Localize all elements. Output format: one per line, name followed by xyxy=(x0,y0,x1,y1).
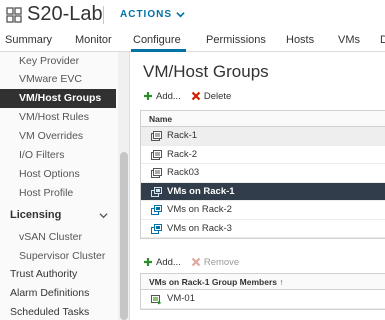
row-name: VMs on Rack-1 xyxy=(167,185,235,197)
column-header-name[interactable]: Name xyxy=(141,111,385,127)
chevron-down-icon xyxy=(176,12,185,18)
groups-table: Name Rack-1 Rack-2 Rack03 VMs on Rack-1 VMs … xyxy=(140,110,385,239)
add-label: Add... xyxy=(156,256,181,268)
delete-group-button[interactable]: Delete xyxy=(191,91,231,102)
sort-ascending-icon: ↑ xyxy=(279,277,284,287)
plus-icon xyxy=(144,258,152,266)
add-group-button[interactable]: Add... xyxy=(143,91,181,102)
sidebar-item-scheduled-tasks[interactable]: Scheduled Tasks xyxy=(0,303,116,320)
sidebar-item-host-profile[interactable]: Host Profile xyxy=(0,184,116,203)
cluster-icon xyxy=(6,7,22,23)
sidebar-item-vm-host-rules[interactable]: VM/Host Rules xyxy=(0,108,116,127)
table-row[interactable]: Rack-1 xyxy=(141,127,385,146)
members-header-label: VMs on Rack-1 Group Members xyxy=(149,277,278,287)
column-header-members[interactable]: VMs on Rack-1 Group Members ↑ xyxy=(141,274,385,290)
host-group-icon xyxy=(151,131,162,141)
tab-bar: Summary Monitor Configure Permissions Ho… xyxy=(0,30,385,52)
tab-datastores[interactable]: D xyxy=(380,34,385,46)
chevron-down-icon xyxy=(99,213,108,219)
sidebar-item-vsan-cluster[interactable]: vSAN Cluster xyxy=(0,228,116,247)
row-name: Rack-1 xyxy=(167,130,198,141)
row-name: Rack-2 xyxy=(167,148,198,160)
sidebar-item-key-provider[interactable]: Key Provider xyxy=(0,52,116,71)
sidebar-item-supervisor-cluster[interactable]: Supervisor Cluster xyxy=(0,247,116,266)
table-row[interactable]: Rack03 xyxy=(141,164,385,183)
table-row[interactable]: VMs on Rack-1 xyxy=(141,182,385,201)
page-title: S20-Lab xyxy=(27,3,103,25)
tab-hosts[interactable]: Hosts xyxy=(286,34,314,46)
row-name: VM-01 xyxy=(167,293,195,304)
host-group-icon xyxy=(151,149,162,160)
vm-icon xyxy=(151,295,162,305)
row-name: Rack03 xyxy=(167,167,200,178)
sidebar-group-label: Licensing xyxy=(10,209,62,221)
tab-vms[interactable]: VMs xyxy=(338,34,360,46)
sidebar-scrollbar-thumb[interactable] xyxy=(120,152,128,320)
tab-monitor[interactable]: Monitor xyxy=(75,34,112,46)
add-member-button[interactable]: Add... xyxy=(143,257,181,268)
sidebar-item-host-options[interactable]: Host Options xyxy=(0,165,116,184)
remove-x-icon xyxy=(191,257,201,267)
table-row[interactable]: VM-01 xyxy=(141,290,385,309)
object-header: S20-Lab ACTIONS xyxy=(0,0,385,30)
actions-menu-button[interactable]: ACTIONS xyxy=(120,9,185,20)
main-panel: VM/Host Groups Add... Delete Name Rack-1… xyxy=(131,52,385,320)
delete-label: Delete xyxy=(203,90,232,102)
plus-icon xyxy=(144,92,152,100)
sidebar-item-vmware-evc[interactable]: VMware EVC xyxy=(0,70,116,89)
add-label: Add... xyxy=(156,90,181,102)
remove-member-button[interactable]: Remove xyxy=(191,257,239,268)
table-row[interactable]: VMs on Rack-2 xyxy=(141,201,385,220)
tab-permissions[interactable]: Permissions xyxy=(206,34,266,46)
members-table: VMs on Rack-1 Group Members ↑ VM-01 xyxy=(140,273,385,310)
sidebar-item-io-filters[interactable]: I/O Filters xyxy=(0,146,116,165)
remove-label: Remove xyxy=(203,256,240,268)
configure-sidebar: Key Provider VMware EVC VM/Host Groups V… xyxy=(0,52,130,320)
sidebar-item-vm-overrides[interactable]: VM Overrides xyxy=(0,127,116,146)
host-group-icon xyxy=(151,168,162,178)
groups-toolbar: Add... Delete xyxy=(143,89,231,103)
row-name: VMs on Rack-2 xyxy=(167,204,232,215)
actions-label: ACTIONS xyxy=(120,9,172,20)
table-row[interactable]: Rack-2 xyxy=(141,146,385,164)
title-divider xyxy=(103,6,104,24)
vm-group-icon xyxy=(151,223,162,234)
sidebar-group-licensing[interactable]: Licensing xyxy=(0,204,116,226)
tab-summary[interactable]: Summary xyxy=(5,34,52,46)
tab-configure[interactable]: Configure xyxy=(133,34,181,46)
sidebar-item-vm-host-groups[interactable]: VM/Host Groups xyxy=(0,89,116,108)
table-row[interactable]: VMs on Rack-3 xyxy=(141,220,385,238)
sidebar-item-alarm-definitions[interactable]: Alarm Definitions xyxy=(0,284,116,303)
vm-group-icon xyxy=(151,186,162,197)
sidebar-item-trust-authority[interactable]: Trust Authority xyxy=(0,265,116,284)
members-toolbar: Add... Remove xyxy=(143,255,239,269)
row-name: VMs on Rack-3 xyxy=(167,222,232,234)
delete-x-icon xyxy=(191,91,201,101)
section-title: VM/Host Groups xyxy=(143,62,269,81)
vm-group-icon xyxy=(151,205,162,215)
